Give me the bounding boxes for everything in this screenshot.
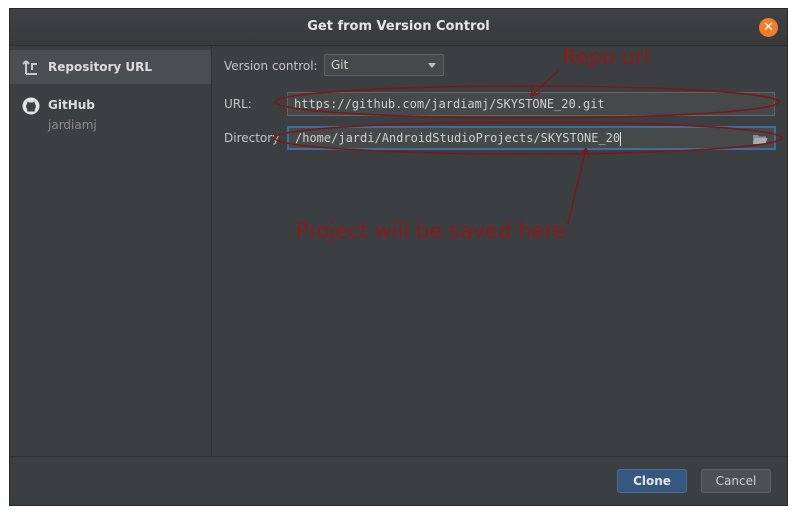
- directory-label: Directory: [224, 131, 280, 145]
- dialog-footer: Clone Cancel: [10, 456, 787, 505]
- chevron-down-icon: [428, 63, 436, 68]
- sidebar-item-repository-url[interactable]: Repository URL: [10, 50, 211, 84]
- sidebar-item-label: Repository URL: [48, 60, 152, 74]
- url-value: https://github.com/jardiamj/SKYSTONE_20.…: [294, 97, 605, 111]
- cancel-button[interactable]: Cancel: [701, 469, 771, 493]
- url-label: URL:: [224, 97, 252, 111]
- clone-button[interactable]: Clone: [617, 469, 687, 493]
- main-panel: Version control: Git URL: https://github…: [212, 46, 787, 457]
- sidebar-item-github[interactable]: GitHub jardiamj: [10, 94, 211, 140]
- directory-field[interactable]: /home/jardi/AndroidStudioProjects/SKYSTO…: [287, 126, 776, 150]
- version-control-select[interactable]: Git: [324, 54, 444, 76]
- sidebar-item-label: GitHub: [48, 98, 95, 112]
- dialog-title: Get from Version Control: [307, 19, 490, 34]
- github-account-name: jardiamj: [48, 118, 97, 132]
- get-from-vcs-dialog: Get from Version Control ✕ Repository UR…: [9, 8, 788, 506]
- version-control-value: Git: [331, 58, 349, 72]
- github-icon: [22, 97, 40, 115]
- title-bar: Get from Version Control ✕: [10, 9, 787, 46]
- repo-url-annotation: Repo url: [562, 45, 650, 69]
- sidebar: Repository URL GitHub jardiamj: [10, 46, 212, 457]
- url-field[interactable]: https://github.com/jardiamj/SKYSTONE_20.…: [287, 92, 775, 116]
- version-control-label: Version control:: [224, 59, 318, 73]
- text-caret: [620, 131, 622, 146]
- directory-value: /home/jardi/AndroidStudioProjects/SKYSTO…: [295, 131, 621, 145]
- close-icon[interactable]: ✕: [759, 18, 778, 37]
- repository-url-icon: [22, 60, 37, 75]
- directory-annotation: Project will be saved here: [296, 219, 566, 243]
- folder-icon[interactable]: [752, 133, 768, 145]
